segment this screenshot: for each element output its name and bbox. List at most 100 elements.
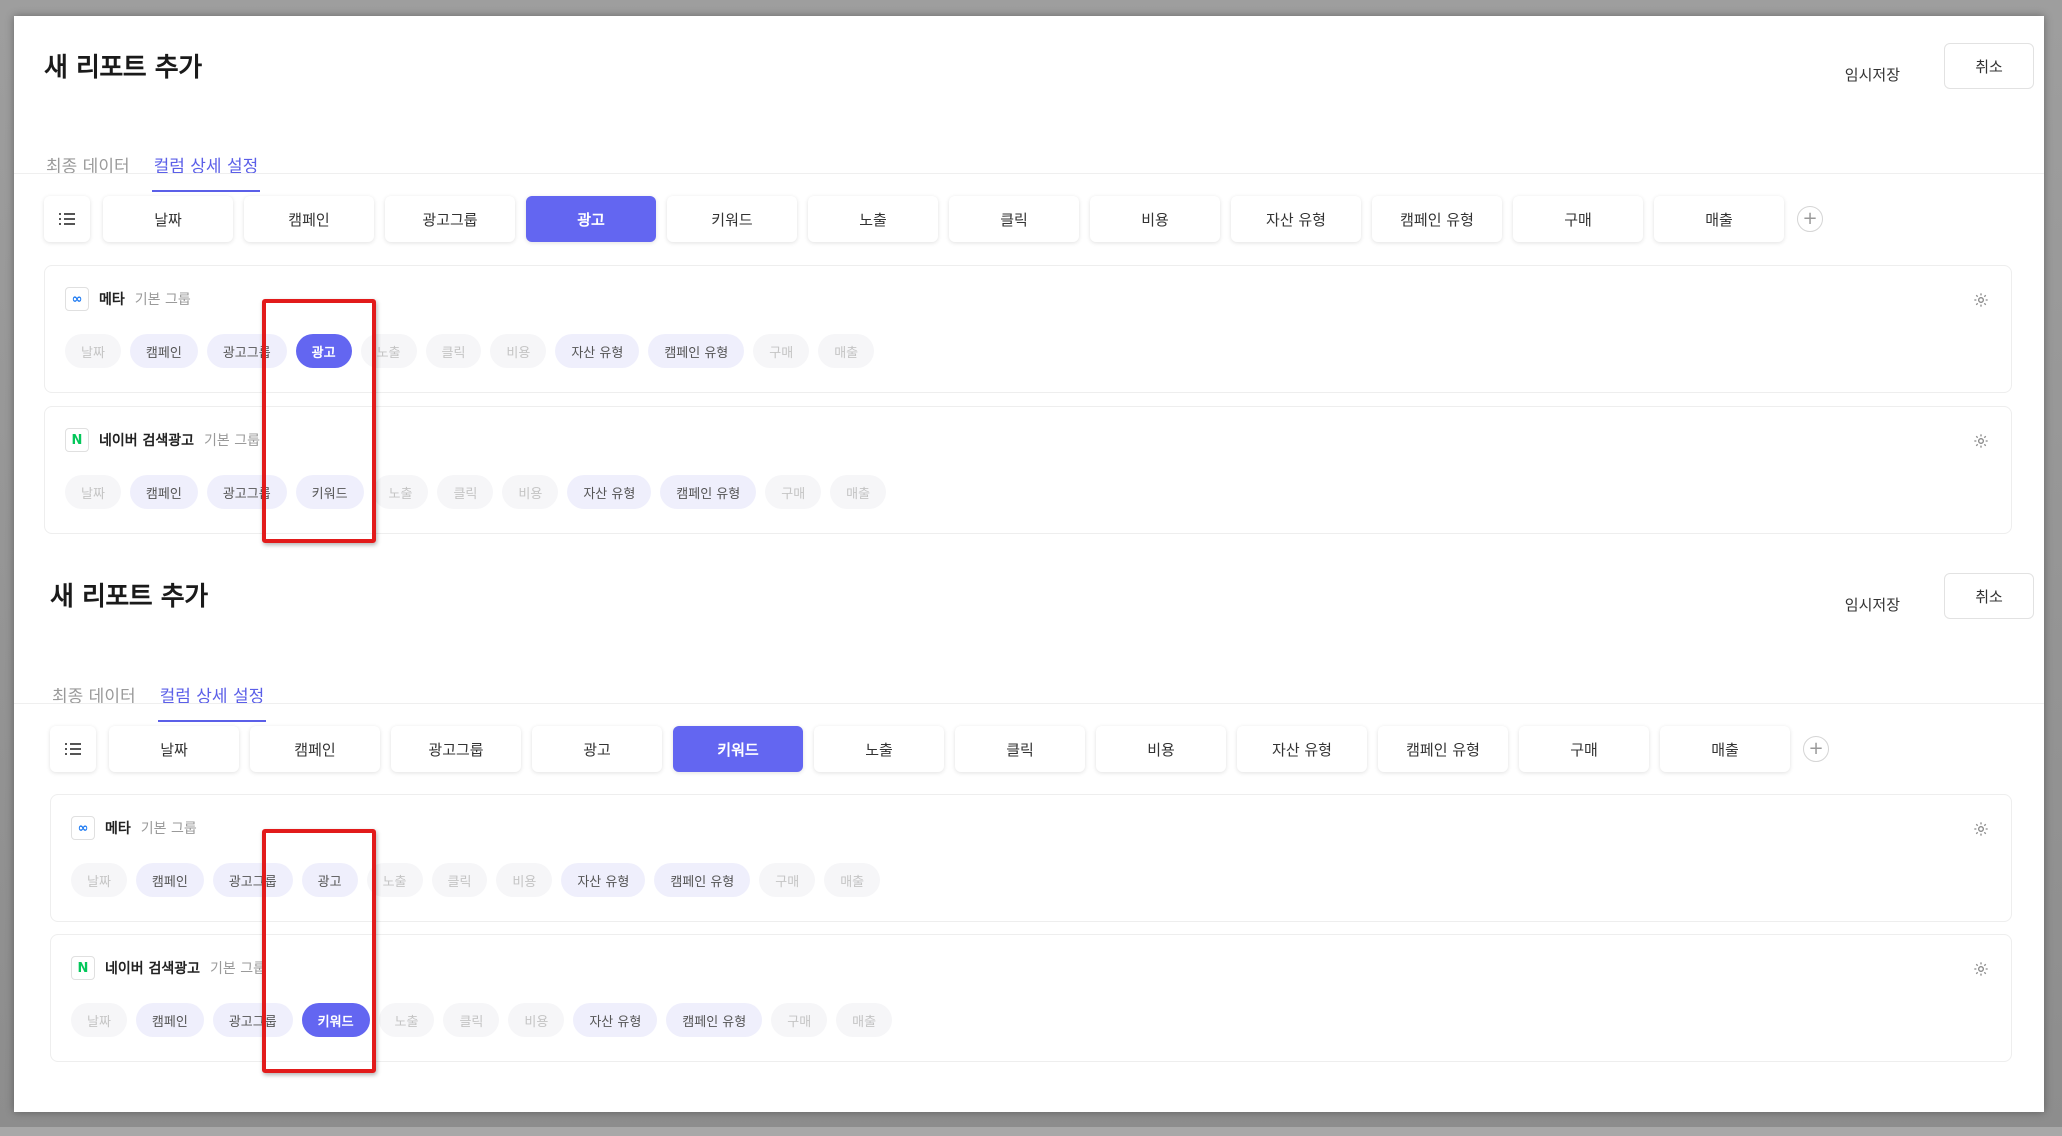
column-chip-current[interactable]: 광고 [295,334,352,368]
column-chip[interactable]: 자산 유형 [567,475,652,509]
page-title: 새 리포트 추가 [44,53,202,83]
list-toggle-button[interactable] [44,196,90,242]
column-tab[interactable]: 자산 유형 [1237,726,1367,772]
gear-icon[interactable] [1973,292,1989,308]
column-tab[interactable]: 매출 [1660,726,1790,772]
chip-list: 날짜 캠페인 광고그룹 광고 노출 클릭 비용 자산 유형 캠페인 유형 구매 … [71,863,881,897]
column-tab[interactable]: 날짜 [103,196,233,242]
column-tab[interactable]: 클릭 [949,196,1079,242]
column-tab[interactable]: 자산 유형 [1231,196,1361,242]
column-chip[interactable]: 구매 [765,475,822,509]
column-tab[interactable]: 노출 [808,196,938,242]
column-chip[interactable]: 광고 [301,863,358,897]
cancel-button[interactable]: 취소 [1944,43,2034,89]
column-chip[interactable]: 노출 [378,1003,435,1037]
tab-final-data[interactable]: 최종 데이터 [44,136,132,192]
tab-column-settings[interactable]: 컬럼 상세 설정 [151,136,261,192]
column-chip[interactable]: 클릭 [443,1003,500,1037]
column-chip[interactable]: 비용 [502,475,559,509]
column-tab[interactable]: 노출 [814,726,944,772]
source-name: 네이버 검색광고 [99,433,195,449]
temp-save-button[interactable]: 임시저장 [1837,588,1908,621]
column-chip[interactable]: 자산 유형 [555,334,640,368]
column-chip[interactable]: 날짜 [65,334,121,368]
plus-icon: + [1802,208,1818,229]
add-column-button[interactable]: + [1803,736,1829,762]
column-tab[interactable]: 클릭 [955,726,1085,772]
column-chip[interactable]: 비용 [508,1003,565,1037]
column-chip[interactable]: 자산 유형 [573,1003,658,1037]
column-chip[interactable]: 캠페인 유형 [648,334,745,368]
column-chip[interactable]: 매출 [818,334,875,368]
column-tab[interactable]: 매출 [1654,196,1784,242]
gear-icon[interactable] [1973,821,1989,837]
column-tab[interactable]: 캠페인 [250,726,380,772]
column-chip[interactable]: 키워드 [295,475,364,509]
column-chip[interactable]: 광고그룹 [206,334,287,368]
column-chip[interactable]: 노출 [360,334,417,368]
column-chip[interactable]: 클릭 [425,334,482,368]
gear-icon[interactable] [1973,433,1989,449]
column-chip[interactable]: 광고그룹 [212,1003,293,1037]
column-tab[interactable]: 광고그룹 [391,726,521,772]
column-tab[interactable]: 캠페인 유형 [1378,726,1508,772]
column-chip[interactable]: 구매 [759,863,816,897]
column-bar: 날짜 캠페인 광고그룹 광고 키워드 노출 클릭 비용 자산 유형 캠페인 유형… [44,196,1823,242]
screenshot-frame: 새 리포트 추가 임시저장 취소 최종 데이터 컬럼 상세 설정 날짜 캠페인 … [0,0,2062,1127]
column-tab[interactable]: 비용 [1090,196,1220,242]
column-tab[interactable]: 날짜 [109,726,239,772]
column-tab-selected[interactable]: 광고 [526,196,656,242]
column-chip[interactable]: 캠페인 유형 [654,863,751,897]
temp-save-button[interactable]: 임시저장 [1837,58,1908,91]
column-chip[interactable]: 클릭 [431,863,488,897]
naver-logo-icon: N [65,428,89,452]
meta-logo-icon: ∞ [65,287,89,311]
column-chip[interactable]: 광고그룹 [212,863,293,897]
column-chip[interactable]: 캠페인 [129,475,198,509]
column-chip[interactable]: 날짜 [71,1003,127,1037]
column-chip[interactable]: 날짜 [65,475,121,509]
column-tab[interactable]: 비용 [1096,726,1226,772]
column-chip[interactable]: 노출 [372,475,429,509]
list-toggle-button[interactable] [50,726,96,772]
column-tab[interactable]: 광고 [532,726,662,772]
column-tab-selected[interactable]: 키워드 [673,726,803,772]
column-chip[interactable]: 매출 [830,475,887,509]
column-chip[interactable]: 캠페인 [135,863,204,897]
column-tab[interactable]: 구매 [1519,726,1649,772]
gear-icon[interactable] [1973,961,1989,977]
column-chip[interactable]: 캠페인 [135,1003,204,1037]
column-chip[interactable]: 구매 [753,334,810,368]
column-chip-current[interactable]: 키워드 [301,1003,370,1037]
add-column-button[interactable]: + [1797,206,1823,232]
chip-list: 날짜 캠페인 광고그룹 키워드 노출 클릭 비용 자산 유형 캠페인 유형 구매… [65,475,887,509]
tab-column-settings[interactable]: 컬럼 상세 설정 [157,666,267,722]
source-header: N 네이버 검색광고 기본 그룹 [71,956,266,980]
column-chip[interactable]: 클릭 [437,475,494,509]
column-chip[interactable]: 매출 [836,1003,893,1037]
column-chip[interactable]: 광고그룹 [206,475,287,509]
column-chip[interactable]: 비용 [496,863,553,897]
source-name: 네이버 검색광고 [105,961,201,977]
column-tab[interactable]: 광고그룹 [385,196,515,242]
source-header: ∞ 메타 기본 그룹 [71,816,197,840]
column-tab[interactable]: 캠페인 유형 [1372,196,1502,242]
column-chip[interactable]: 캠페인 [129,334,198,368]
column-chip[interactable]: 노출 [366,863,423,897]
column-chip[interactable]: 캠페인 유형 [666,1003,763,1037]
column-chip[interactable]: 매출 [824,863,881,897]
column-chip[interactable]: 구매 [771,1003,828,1037]
cancel-button[interactable]: 취소 [1944,573,2034,619]
column-chip[interactable]: 비용 [490,334,547,368]
column-tab[interactable]: 캠페인 [244,196,374,242]
column-tab[interactable]: 구매 [1513,196,1643,242]
column-chip[interactable]: 날짜 [71,863,127,897]
column-chip[interactable]: 캠페인 유형 [660,475,757,509]
column-tab[interactable]: 키워드 [667,196,797,242]
source-header: N 네이버 검색광고 기본 그룹 [65,428,260,452]
chip-list: 날짜 캠페인 광고그룹 키워드 노출 클릭 비용 자산 유형 캠페인 유형 구매… [71,1003,893,1037]
source-group: 기본 그룹 [140,821,197,837]
source-name: 메타 [99,292,125,308]
column-chip[interactable]: 자산 유형 [561,863,646,897]
tab-final-data[interactable]: 최종 데이터 [50,666,138,722]
